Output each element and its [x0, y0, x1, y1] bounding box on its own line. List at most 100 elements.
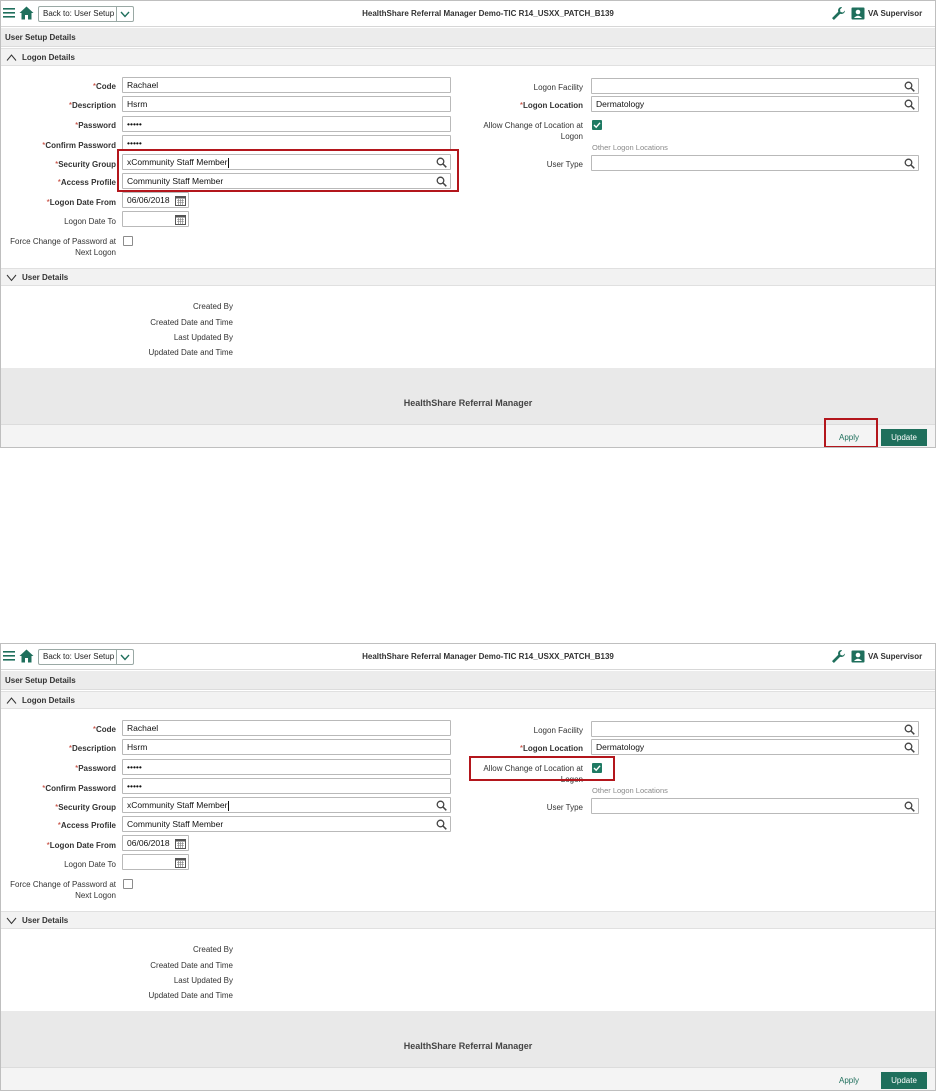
footer-brand: HealthShare Referral Manager	[403, 398, 533, 408]
force-change-password-label: Force Change of Password at Next Logon	[10, 237, 116, 257]
user-details-header[interactable]: User Details	[1, 911, 935, 929]
code-input[interactable]: Rachael	[122, 720, 451, 736]
security-group-label: *Security Group	[55, 160, 116, 169]
logon-details-header[interactable]: Logon Details	[1, 691, 935, 709]
force-change-password-checkbox[interactable]	[123, 879, 133, 889]
allow-change-location-label: Allow Change of Location at Logon	[483, 764, 583, 784]
footer-band: HealthShare Referral Manager	[1, 1011, 935, 1067]
apply-button[interactable]: Apply	[827, 429, 871, 446]
search-icon[interactable]	[904, 158, 915, 169]
wrench-icon[interactable]	[831, 649, 846, 664]
wrench-icon[interactable]	[831, 6, 846, 21]
search-icon[interactable]	[436, 176, 447, 187]
logon-date-to-label: Logon Date To	[64, 860, 116, 869]
update-button[interactable]: Update	[881, 429, 927, 446]
logon-date-from-input[interactable]: 06/06/2018	[122, 835, 189, 851]
logon-details-header[interactable]: Logon Details	[1, 48, 935, 66]
access-profile-input[interactable]: Community Staff Member	[122, 816, 451, 832]
calendar-icon[interactable]	[175, 838, 186, 849]
code-input[interactable]: Rachael	[122, 77, 451, 93]
screenshot-1: Back to: User Setup HealthShare Referral…	[0, 0, 936, 448]
force-change-password-checkbox[interactable]	[123, 236, 133, 246]
calendar-icon[interactable]	[175, 857, 186, 868]
logon-facility-label: Logon Facility	[533, 726, 583, 735]
logon-date-to-label: Logon Date To	[64, 217, 116, 226]
allow-change-location-checkbox[interactable]	[592, 763, 602, 773]
logon-details-title: Logon Details	[22, 53, 75, 62]
user-name[interactable]: VA Supervisor	[868, 652, 922, 661]
user-type-input[interactable]	[591, 798, 919, 814]
confirm-password-input[interactable]: •••••	[122, 135, 451, 151]
last-updated-by-label: Last Updated By	[173, 333, 233, 342]
action-bar: Apply Update	[1, 424, 935, 447]
action-bar: Apply Update	[1, 1067, 935, 1090]
logon-date-from-label: *Logon Date From	[46, 841, 116, 850]
logon-location-label: *Logon Location	[519, 744, 583, 753]
access-profile-input[interactable]: Community Staff Member	[122, 173, 451, 189]
security-group-input[interactable]: xCommunity Staff Member	[122, 797, 451, 813]
logon-date-to-input[interactable]	[122, 854, 189, 870]
update-button[interactable]: Update	[881, 1072, 927, 1089]
confirm-password-input[interactable]: •••••	[122, 778, 451, 794]
logon-date-from-input[interactable]: 06/06/2018	[122, 192, 189, 208]
logon-location-label: *Logon Location	[519, 101, 583, 110]
calendar-icon[interactable]	[175, 214, 186, 225]
allow-change-location-checkbox[interactable]	[592, 120, 602, 130]
code-label: *Code	[92, 725, 116, 734]
password-input[interactable]: •••••	[122, 759, 451, 775]
user-card-icon	[851, 650, 865, 663]
user-type-label: User Type	[546, 803, 583, 812]
last-updated-by-label: Last Updated By	[173, 976, 233, 985]
created-by-label: Created By	[192, 302, 233, 311]
search-icon[interactable]	[904, 99, 915, 110]
description-input[interactable]: Hsrm	[122, 739, 451, 755]
user-setup-details-bar: User Setup Details	[1, 28, 935, 47]
logon-details-title: Logon Details	[22, 696, 75, 705]
logon-location-input[interactable]: Dermatology	[591, 739, 919, 755]
top-bar: Back to: User Setup HealthShare Referral…	[1, 1, 935, 27]
code-label: *Code	[92, 82, 116, 91]
created-date-label: Created Date and Time	[150, 961, 233, 970]
search-icon[interactable]	[904, 724, 915, 735]
logon-facility-input[interactable]	[591, 78, 919, 94]
user-type-label: User Type	[546, 160, 583, 169]
description-input[interactable]: Hsrm	[122, 96, 451, 112]
confirm-password-label: *Confirm Password	[42, 784, 116, 793]
logon-date-to-input[interactable]	[122, 211, 189, 227]
search-icon[interactable]	[904, 801, 915, 812]
footer-brand: HealthShare Referral Manager	[403, 1041, 533, 1051]
security-group-input[interactable]: xCommunity Staff Member	[122, 154, 451, 170]
user-details-title: User Details	[22, 273, 69, 282]
footer-band: HealthShare Referral Manager	[1, 368, 935, 424]
user-details-title: User Details	[22, 916, 69, 925]
user-type-input[interactable]	[591, 155, 919, 171]
user-details-header[interactable]: User Details	[1, 268, 935, 286]
updated-date-label: Updated Date and Time	[148, 991, 234, 1000]
other-logon-locations-link[interactable]: Other Logon Locations	[592, 143, 668, 152]
app-title: HealthShare Referral Manager Demo-TIC R1…	[362, 9, 614, 18]
password-input[interactable]: •••••	[122, 116, 451, 132]
document-link[interactable]	[70, 555, 275, 567]
apply-button[interactable]: Apply	[827, 1072, 871, 1089]
calendar-icon[interactable]	[175, 195, 186, 206]
user-setup-details-title: User Setup Details	[5, 33, 76, 42]
created-by-label: Created By	[192, 945, 233, 954]
other-logon-locations-link[interactable]: Other Logon Locations	[592, 786, 668, 795]
search-icon[interactable]	[436, 819, 447, 830]
description-label: *Description	[68, 744, 116, 753]
access-profile-label: *Access Profile	[57, 178, 116, 187]
user-setup-details-title: User Setup Details	[5, 676, 76, 685]
allow-change-location-label: Allow Change of Location at Logon	[483, 121, 583, 141]
updated-date-label: Updated Date and Time	[148, 348, 234, 357]
chevron-down-icon	[6, 274, 17, 282]
password-label: *Password	[75, 121, 116, 130]
logon-location-input[interactable]: Dermatology	[591, 96, 919, 112]
logon-facility-input[interactable]	[591, 721, 919, 737]
search-icon[interactable]	[436, 157, 447, 168]
user-card-icon	[851, 7, 865, 20]
search-icon[interactable]	[436, 800, 447, 811]
user-name[interactable]: VA Supervisor	[868, 9, 922, 18]
password-label: *Password	[75, 764, 116, 773]
search-icon[interactable]	[904, 742, 915, 753]
search-icon[interactable]	[904, 81, 915, 92]
